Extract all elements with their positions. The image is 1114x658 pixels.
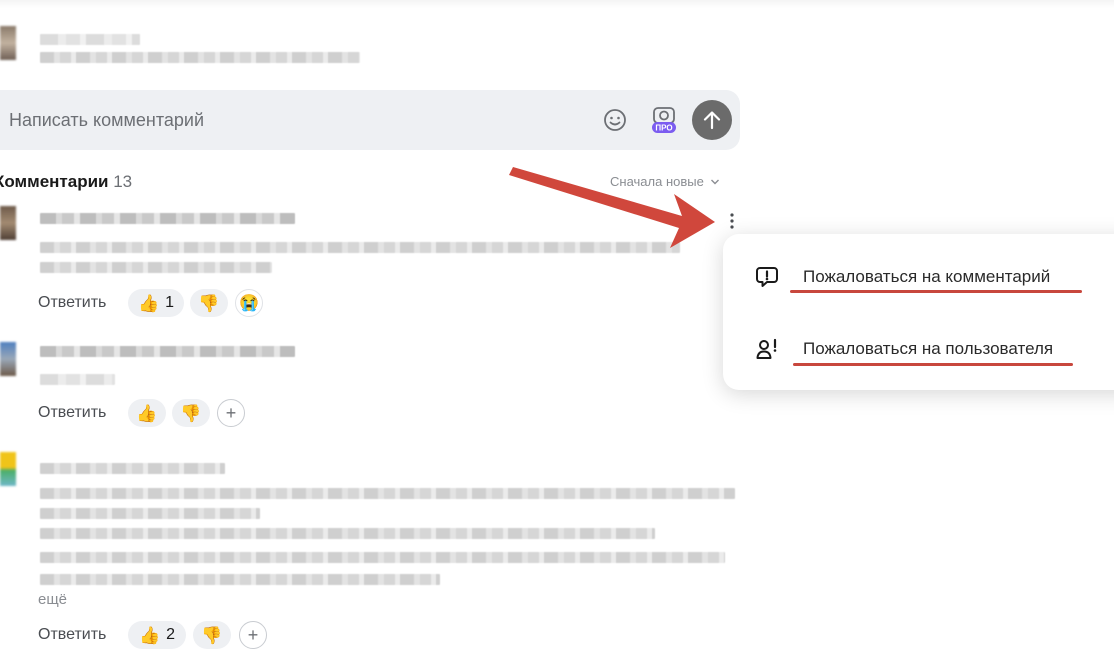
thumbs-down-icon: 👎 [201,625,223,645]
reply-button[interactable]: Ответить [38,294,106,312]
send-button[interactable] [692,100,732,140]
comments-title-label: Комментарии [0,172,109,191]
like-button[interactable]: 👍 2 [128,621,186,649]
annotation-underline [790,290,1082,293]
context-menu: Пожаловаться на комментарий Пожаловаться… [723,234,1114,390]
author-name [40,463,225,474]
camera-pro-icon[interactable]: ПРО [649,105,679,135]
comment-input[interactable]: Написать комментарий [9,110,204,131]
author-name [40,34,140,45]
more-options-icon[interactable] [726,210,738,232]
sort-label: Сначала новые [610,174,704,189]
chevron-down-icon [710,179,719,184]
top-shadow [0,0,1114,8]
report-comment-icon [755,266,779,293]
reply-button[interactable]: Ответить [38,626,106,644]
annotation-underline [793,363,1073,366]
thumbs-up-icon: 👍 [136,403,158,423]
like-button[interactable]: 👍 [128,399,166,427]
thumbs-down-icon: 👎 [180,403,202,423]
author-name [40,213,295,224]
avatar [0,452,16,486]
like-count: 1 [165,294,175,311]
like-button[interactable]: 👍 1 [128,289,184,317]
report-user-icon [756,338,780,365]
comment-text [40,552,725,563]
pro-badge: ПРО [655,124,672,133]
comment-text [40,488,735,499]
avatar [0,206,16,240]
thumbs-down-icon: 👎 [198,293,220,313]
comments-count: 13 [113,172,133,191]
add-reaction-button[interactable]: + [239,621,267,649]
show-more-link[interactable]: ещё [38,591,67,608]
dislike-button[interactable]: 👎 [190,289,228,317]
report-user-item[interactable]: Пожаловаться на пользователя [803,339,1053,359]
comments-title: Комментарии 13 [0,172,132,192]
comment-text [40,528,655,539]
avatar [0,26,16,60]
reaction-button[interactable]: 😭 [235,289,263,317]
comment-text [40,574,440,585]
author-name [40,346,295,357]
add-reaction-button[interactable]: + [217,399,245,427]
plus-icon: + [247,624,259,645]
dislike-button[interactable]: 👎 [172,399,210,427]
thumbs-up-icon: 👍 [138,625,161,645]
comment-text [40,52,360,63]
sort-dropdown[interactable]: Сначала новые [610,174,720,189]
comment-text [40,262,272,273]
comment-text [40,374,115,385]
comment-text [40,242,680,253]
report-comment-item[interactable]: Пожаловаться на комментарий [803,267,1050,287]
reply-button[interactable]: Ответить [38,404,106,422]
crying-face-icon: 😭 [239,295,259,312]
comment-text [40,508,260,519]
avatar [0,342,16,376]
emoji-icon[interactable] [603,108,627,132]
arrow-up-icon [703,111,721,130]
dislike-button[interactable]: 👎 [193,621,231,649]
plus-icon: + [225,402,237,423]
thumbs-up-icon: 👍 [137,293,160,313]
like-count: 2 [166,626,176,643]
